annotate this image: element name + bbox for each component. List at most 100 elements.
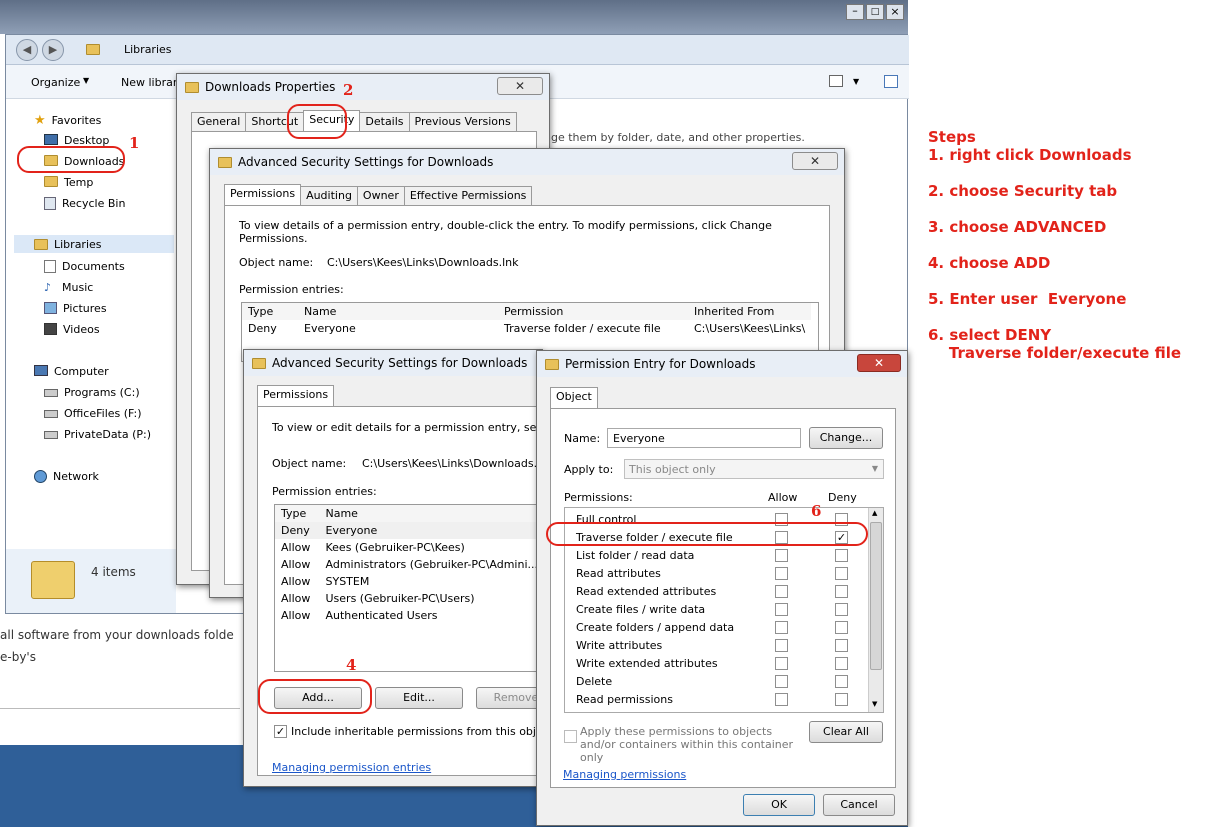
address-text[interactable]: Libraries	[124, 43, 172, 56]
table-row[interactable]: Deny Everyone Traverse folder / execute fi…	[242, 320, 811, 337]
nav-item-drive-f[interactable]: OfficeFiles (F:)	[44, 407, 142, 420]
deny-checkbox[interactable]	[835, 549, 848, 562]
library-icon	[86, 44, 100, 55]
favorites-header[interactable]: ★ Favorites	[34, 113, 101, 128]
computer-header[interactable]: Computer	[34, 365, 109, 378]
table-row[interactable]: Allow Authenticated Users	[275, 607, 544, 624]
table-row[interactable]: Allow SYSTEM	[275, 573, 544, 590]
adv1-close-button[interactable]: ✕	[792, 152, 838, 170]
scroll-down-icon[interactable]: ▼	[872, 700, 877, 708]
organize-button[interactable]: Organize	[31, 76, 80, 89]
deny-checkbox[interactable]	[835, 675, 848, 688]
allow-checkbox[interactable]	[775, 621, 788, 634]
maximize-icon[interactable]: □	[866, 4, 884, 20]
tab-object[interactable]: Object	[550, 387, 598, 408]
step-3: 3. choose ADVANCED	[928, 218, 1107, 236]
new-library-button[interactable]: New librar	[121, 76, 177, 89]
tab-details[interactable]: Details	[359, 112, 410, 131]
tab-owner[interactable]: Owner	[356, 186, 405, 205]
tab-effective-permissions[interactable]: Effective Permissions	[403, 186, 533, 205]
managing-permission-entries-link[interactable]: Managing permission entries	[272, 761, 431, 774]
preview-pane-icon[interactable]	[884, 75, 898, 88]
allow-checkbox[interactable]	[775, 549, 788, 562]
forward-icon[interactable]: ▶	[42, 39, 64, 61]
tab-permissions[interactable]: Permissions	[224, 184, 302, 205]
deny-checkbox[interactable]	[835, 693, 848, 706]
perm-row-write-ext-attributes[interactable]: Write extended attributes	[576, 657, 718, 675]
perm-row-create-folders[interactable]: Create folders / append data	[576, 621, 734, 639]
network-header[interactable]: Network	[34, 470, 99, 483]
adv2-title: Advanced Security Settings for Downloads	[272, 356, 528, 370]
col-type[interactable]: Type	[275, 505, 320, 522]
scroll-thumb[interactable]	[870, 522, 882, 670]
table-row[interactable]: Allow Administrators (Gebruiker-PC\Admini…	[275, 556, 544, 573]
cancel-button[interactable]: Cancel	[823, 794, 895, 816]
scrollbar[interactable]: ▲ ▼	[868, 508, 883, 712]
adv2-entries-list: Type Name Deny Everyone Allow Kees (Gebruik…	[274, 504, 544, 672]
perm-close-button[interactable]: ✕	[857, 354, 901, 372]
allow-checkbox[interactable]	[775, 675, 788, 688]
nav-item-videos[interactable]: Videos	[44, 323, 100, 336]
deny-checkbox[interactable]	[835, 585, 848, 598]
change-button[interactable]: Change...	[809, 427, 883, 449]
tab-auditing[interactable]: Auditing	[300, 186, 358, 205]
close-icon[interactable]: ×	[886, 4, 904, 20]
documents-icon	[44, 260, 56, 273]
perm-row-list-folder[interactable]: List folder / read data	[576, 549, 694, 567]
nav-item-drive-p[interactable]: PrivateData (P:)	[44, 428, 151, 441]
perm-row-delete[interactable]: Delete	[576, 675, 612, 693]
tab-previous-versions[interactable]: Previous Versions	[408, 112, 517, 131]
clear-all-button[interactable]: Clear All	[809, 721, 883, 743]
allow-checkbox[interactable]	[775, 585, 788, 598]
libraries-header[interactable]: Libraries	[14, 235, 174, 253]
properties-close-button[interactable]: ✕	[497, 77, 543, 95]
allow-checkbox[interactable]	[775, 657, 788, 670]
adv2-tabs: Permissions	[257, 385, 335, 406]
col-type[interactable]: Type	[242, 303, 298, 320]
allow-checkbox[interactable]	[775, 639, 788, 652]
deny-checkbox[interactable]	[835, 657, 848, 670]
nav-item-drive-c[interactable]: Programs (C:)	[44, 386, 140, 399]
apply-to-select[interactable]: This object only ▼	[624, 459, 884, 479]
col-name[interactable]: Name	[320, 505, 545, 522]
inherit-checkbox[interactable]: ✓	[274, 725, 287, 738]
properties-titlebar: Downloads Properties	[177, 74, 549, 100]
libraries-icon	[34, 238, 48, 250]
tab-permissions[interactable]: Permissions	[257, 385, 335, 406]
col-name[interactable]: Name	[298, 303, 498, 320]
perm-row-read-permissions[interactable]: Read permissions	[576, 693, 673, 711]
back-icon[interactable]: ◀	[16, 39, 38, 61]
apply-children-checkbox[interactable]	[564, 730, 577, 743]
allow-checkbox[interactable]	[775, 693, 788, 706]
table-row[interactable]: Allow Kees (Gebruiker-PC\Kees)	[275, 539, 544, 556]
allow-checkbox[interactable]	[775, 603, 788, 616]
col-inherited-from[interactable]: Inherited From	[688, 303, 811, 320]
annotation-oval-security	[287, 104, 347, 139]
deny-checkbox[interactable]	[835, 567, 848, 580]
nav-item-temp[interactable]: Temp	[44, 176, 93, 189]
view-icon[interactable]	[829, 75, 843, 87]
perm-row-create-files[interactable]: Create files / write data	[576, 603, 705, 621]
col-permission[interactable]: Permission	[498, 303, 688, 320]
table-row[interactable]: Deny Everyone	[275, 522, 544, 539]
allow-checkbox[interactable]	[775, 567, 788, 580]
nav-item-recycle-bin[interactable]: Recycle Bin	[44, 197, 125, 210]
perm-row-write-attributes[interactable]: Write attributes	[576, 639, 662, 657]
scroll-up-icon[interactable]: ▲	[872, 509, 877, 517]
managing-permissions-link[interactable]: Managing permissions	[563, 768, 686, 781]
perm-row-read-attributes[interactable]: Read attributes	[576, 567, 661, 585]
edit-button[interactable]: Edit...	[375, 687, 463, 709]
perm-row-read-ext-attributes[interactable]: Read extended attributes	[576, 585, 716, 603]
name-field[interactable]: Everyone	[607, 428, 801, 448]
nav-item-pictures[interactable]: Pictures	[44, 302, 107, 315]
table-row[interactable]: Allow Users (Gebruiker-PC\Users)	[275, 590, 544, 607]
view-chevron-icon[interactable]: ▼	[853, 77, 859, 86]
deny-checkbox[interactable]	[835, 603, 848, 616]
deny-checkbox[interactable]	[835, 639, 848, 652]
deny-checkbox[interactable]	[835, 621, 848, 634]
tab-general[interactable]: General	[191, 112, 247, 131]
minimize-icon[interactable]: –	[846, 4, 864, 20]
ok-button[interactable]: OK	[743, 794, 815, 816]
nav-item-music[interactable]: ♪ Music	[44, 281, 93, 294]
nav-item-documents[interactable]: Documents	[44, 260, 125, 273]
